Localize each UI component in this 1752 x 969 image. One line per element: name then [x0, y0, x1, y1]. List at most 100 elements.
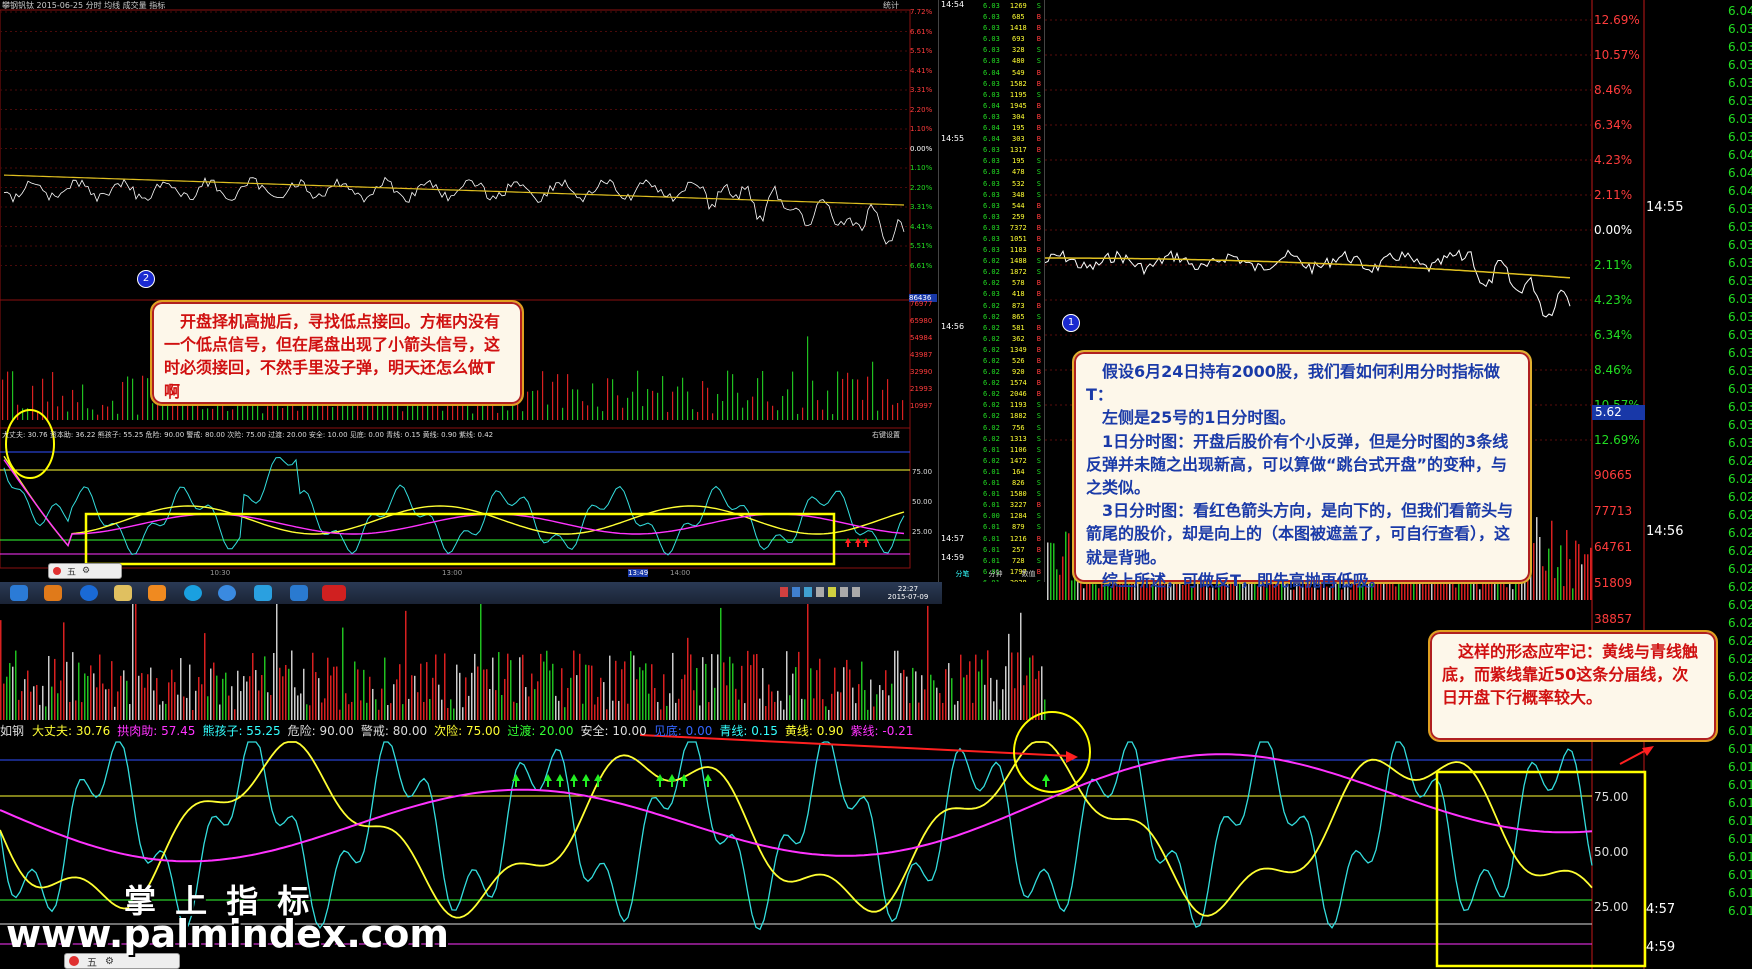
ticker-row: 6.02 1872 S	[983, 268, 1041, 279]
cloud-icon[interactable]	[254, 585, 272, 601]
main-volume-bar	[39, 704, 41, 720]
main-volume-bar	[1083, 588, 1085, 600]
main-volume-bar	[951, 678, 953, 720]
small-volume-bar	[567, 374, 569, 420]
small-volume-bar	[372, 404, 374, 420]
main-legend-item: 大丈夫: 30.76	[32, 724, 111, 738]
ticker-row: 6.02 1488 S	[983, 257, 1041, 268]
main-volume-bar	[129, 704, 131, 720]
main-volume-bar	[87, 675, 89, 720]
ticker-tab[interactable]: 数值	[1022, 569, 1036, 581]
ticker-price: 6.03	[983, 212, 1000, 221]
main-volume-bar	[255, 670, 257, 720]
edge-price: 6.03	[1728, 220, 1752, 234]
tray-icon-1[interactable]	[780, 587, 788, 597]
main-volume-bar	[267, 692, 269, 720]
small-indicator-legend: 大丈夫: 30.76 资本助: 36.22 熊孩子: 55.25 危险: 90.…	[2, 431, 494, 439]
ticker-side: B	[1036, 279, 1041, 288]
main-volume-bar	[420, 663, 422, 720]
main-volume-label: 64761	[1594, 540, 1633, 554]
main-volume-bar	[849, 669, 851, 720]
main-volume-bar	[1557, 567, 1559, 600]
callout-center-lines: 假设6月24日持有2000股，我们看如何利用分时指标做T： 左侧是25号的1日分时…	[1086, 360, 1518, 592]
small-volume-bar	[697, 411, 699, 420]
stock-app-icon[interactable]	[322, 585, 346, 601]
main-volume-bar	[813, 698, 815, 720]
ime-logo-icon-2	[69, 956, 79, 966]
main-legend-item: 紫线: -0.21	[850, 724, 914, 738]
ticker-tab[interactable]: 分笔	[956, 569, 970, 581]
main-legend-item: 拱肉助: 57.45	[117, 724, 196, 738]
tray-icon-6[interactable]	[840, 587, 848, 597]
ticker-price: 6.01	[983, 556, 1000, 565]
small-volume-bar	[207, 408, 209, 420]
main-volume-bar	[579, 653, 581, 720]
main-volume-bar	[294, 687, 296, 720]
ticker-volume: 1284	[1009, 512, 1027, 521]
browser-icon[interactable]	[218, 585, 236, 601]
ticker-price: 6.03	[983, 157, 1000, 166]
small-pct-label: 1.10%	[910, 164, 933, 172]
small-time-axis: 10:30 13:00 13:49 14:00	[0, 569, 910, 581]
main-volume-bar	[138, 675, 140, 720]
media-player-icon[interactable]	[44, 585, 62, 601]
main-volume-bar	[360, 700, 362, 720]
main-volume-bar	[396, 679, 398, 720]
ie-icon[interactable]	[10, 585, 28, 601]
small-pct-label: 0.00%	[910, 144, 933, 153]
ticker-time: 14:56	[941, 322, 965, 331]
ticker-tab[interactable]: 分钟	[989, 569, 1003, 581]
tray-icon-3[interactable]	[804, 587, 812, 597]
ticker-volume: 328	[1011, 46, 1025, 55]
ticker-row: 6.02 578 B	[983, 279, 1041, 290]
main-volume-bar	[969, 661, 971, 720]
main-volume-bar	[504, 678, 506, 720]
ticker-side: S	[1036, 312, 1041, 321]
small-volume-bar	[612, 379, 614, 420]
small-indicator-settings[interactable]: 右键设置	[872, 430, 900, 440]
ticker-price: 6.02	[983, 279, 1000, 288]
main-volume-bar	[1542, 566, 1544, 600]
small-volume-bar	[82, 384, 84, 420]
main-volume-bar	[414, 675, 416, 720]
tray-icon-4[interactable]	[816, 587, 824, 597]
clock-time: 22:27	[897, 585, 919, 593]
main-volume-bar	[507, 653, 509, 720]
small-volume-bar	[667, 411, 669, 420]
tray-icon-7[interactable]	[852, 587, 860, 597]
main-volume-bar	[726, 685, 728, 720]
qq-browser-icon[interactable]	[148, 585, 166, 601]
ticker-row: 6.02 362 B	[983, 335, 1041, 346]
kugou-icon[interactable]	[80, 585, 98, 601]
main-volume-bar	[1008, 633, 1010, 720]
edge-price: 6.02	[1728, 580, 1752, 594]
small-magenta-line	[3, 459, 905, 548]
main-volume-bar	[258, 690, 260, 720]
main-volume-bar	[243, 676, 245, 720]
main-volume-bar	[525, 687, 527, 720]
ime-toolbar-top[interactable]: 五 ⚙	[48, 563, 122, 579]
main-volume-bar	[1554, 578, 1556, 600]
main-volume-bar	[288, 668, 290, 720]
small-volume-bar	[32, 385, 34, 420]
ticker-price: 6.02	[983, 390, 1000, 399]
main-volume-bar	[747, 650, 749, 720]
main-volume-bar	[798, 651, 800, 720]
small-volume-bar	[862, 399, 864, 420]
sogou-icon[interactable]	[184, 585, 202, 601]
app-icon[interactable]	[290, 585, 308, 601]
small-volume-bar	[807, 336, 809, 420]
tray-icon-5[interactable]	[828, 587, 836, 597]
edge-price: 6.03	[1728, 418, 1752, 432]
small-time-label: 13:00	[442, 569, 463, 577]
folder-icon[interactable]	[114, 585, 132, 601]
main-volume-bar	[900, 673, 902, 720]
small-volume-bar	[212, 408, 214, 420]
main-legend-name: 如钢	[0, 724, 25, 738]
main-volume-bar	[564, 707, 566, 720]
main-volume-bar	[855, 703, 857, 720]
ticker-row: 6.01 1580 S	[983, 490, 1041, 501]
ticker-volume: 879	[1011, 523, 1025, 532]
tray-icon-2[interactable]	[792, 587, 800, 597]
main-volume-bar	[309, 705, 311, 720]
